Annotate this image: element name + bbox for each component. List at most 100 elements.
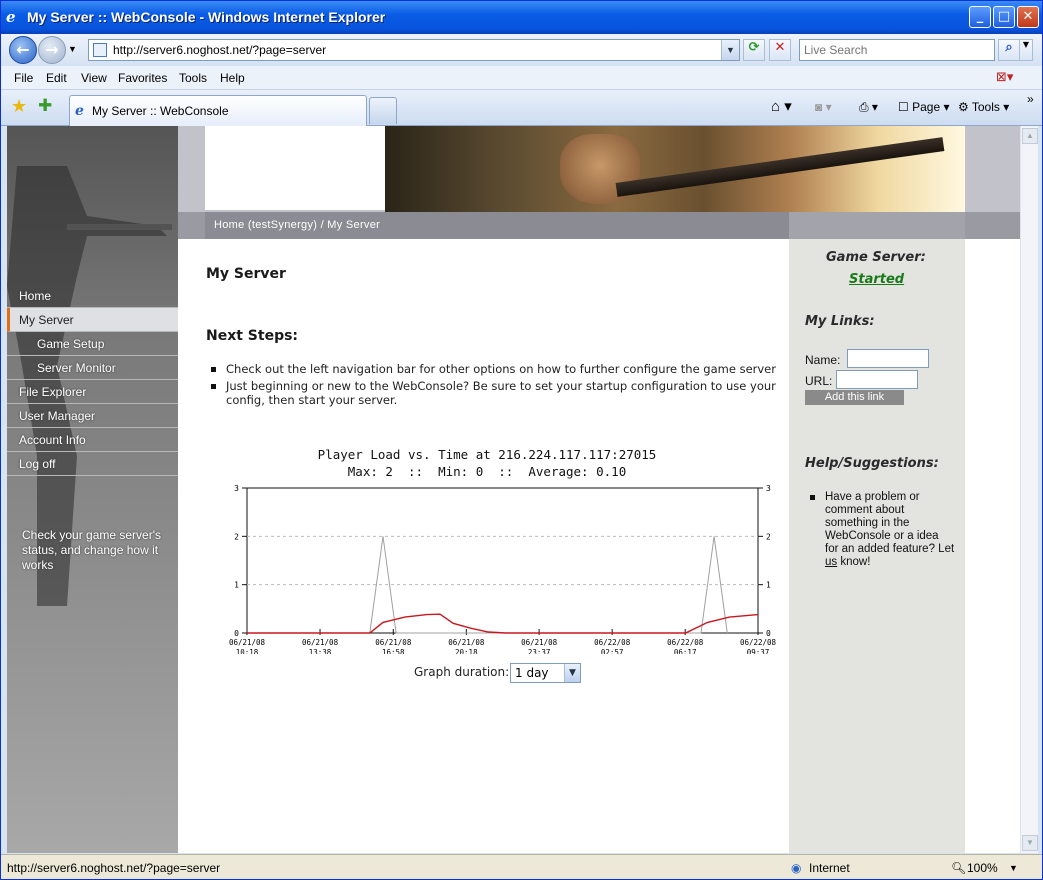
scroll-up-icon[interactable]: ▲ bbox=[1022, 128, 1038, 144]
nav-tagline: Check your game server's status, and cha… bbox=[22, 528, 162, 572]
add-link-button[interactable]: Add this link bbox=[805, 390, 904, 405]
tab-label: My Server :: WebConsole bbox=[92, 104, 229, 118]
favorites-star-icon[interactable]: ★ bbox=[11, 96, 27, 117]
help-heading: Help/Suggestions: bbox=[805, 456, 939, 471]
left-column: Home My Server Game Setup Server Monitor… bbox=[7, 126, 178, 853]
close-button[interactable]: ✕ bbox=[1017, 6, 1039, 28]
menu-help[interactable]: Help bbox=[220, 71, 245, 85]
y-tick-label: 1 bbox=[234, 581, 239, 590]
breadcrumb[interactable]: Home (testSynergy) / My Server bbox=[205, 212, 789, 239]
x-tick-time-label: 13:38 bbox=[309, 648, 332, 654]
print-icon[interactable]: ⎙ ▾ bbox=[859, 100, 878, 115]
zoom-level[interactable]: 100% bbox=[967, 861, 998, 875]
x-tick-date-label: 06/21/08 bbox=[448, 638, 485, 647]
zoom-dropdown-icon[interactable]: ▼ bbox=[1009, 863, 1018, 873]
tab-my-server[interactable]: e My Server :: WebConsole bbox=[69, 95, 367, 126]
pdf-icon[interactable]: ⊠▾ bbox=[996, 69, 1013, 85]
nav-server-monitor[interactable]: Server Monitor bbox=[7, 356, 178, 380]
name-label: Name: bbox=[805, 353, 841, 367]
nav-my-server[interactable]: My Server bbox=[7, 308, 178, 332]
y-tick-label: 0 bbox=[234, 629, 239, 638]
nav-home[interactable]: Home bbox=[7, 284, 178, 308]
stop-button[interactable]: ✕ bbox=[769, 39, 791, 61]
internet-zone-icon: ◉ bbox=[791, 861, 802, 875]
url-input[interactable] bbox=[836, 370, 918, 389]
maximize-button[interactable]: □ bbox=[993, 6, 1015, 28]
y-tick-label: 3 bbox=[234, 484, 239, 493]
home-icon[interactable]: ⌂ ▾ bbox=[771, 97, 792, 115]
soldier-image bbox=[7, 166, 172, 606]
x-tick-date-label: 06/22/08 bbox=[594, 638, 631, 647]
player-load-chart: Player Load vs. Time at 216.224.117.117:… bbox=[229, 447, 777, 654]
feeds-icon[interactable]: ◙ ▾ bbox=[815, 100, 832, 114]
window-title: My Server :: WebConsole - Windows Intern… bbox=[27, 9, 386, 25]
page-viewport: Home My Server Game Setup Server Monitor… bbox=[7, 126, 1020, 853]
new-tab-button[interactable] bbox=[369, 97, 397, 124]
menu-view[interactable]: View bbox=[81, 71, 107, 85]
address-text: http://server6.noghost.net/?page=server bbox=[113, 43, 327, 57]
x-tick-date-label: 06/21/08 bbox=[375, 638, 412, 647]
chart-subtitle: Max: 2 :: Min: 0 :: Average: 0.10 bbox=[348, 464, 626, 479]
y-tick-label: 2 bbox=[234, 532, 239, 541]
next-steps-list: Check out the left navigation bar for ot… bbox=[206, 362, 776, 410]
title-bar[interactable]: e My Server :: WebConsole - Windows Inte… bbox=[1, 1, 1042, 34]
x-tick-time-label: 10:18 bbox=[236, 648, 259, 654]
x-tick-time-label: 02:57 bbox=[601, 648, 624, 654]
browser-window: e My Server :: WebConsole - Windows Inte… bbox=[0, 0, 1043, 880]
minimize-button[interactable]: _ bbox=[969, 6, 991, 28]
x-tick-date-label: 06/21/08 bbox=[229, 638, 266, 647]
back-button[interactable]: ← bbox=[9, 36, 37, 64]
help-list: Have a problem or comment about somethin… bbox=[805, 491, 955, 569]
menu-favorites[interactable]: Favorites bbox=[118, 71, 167, 85]
menu-edit[interactable]: Edit bbox=[46, 71, 67, 85]
page-menu[interactable]: ☐ Page ▾ bbox=[898, 100, 949, 114]
navigation-bar: ← → ▼ http://server6.noghost.net/?page=s… bbox=[1, 34, 1042, 66]
left-nav: Home My Server Game Setup Server Monitor… bbox=[7, 284, 178, 476]
help-text-end: know! bbox=[840, 556, 871, 568]
search-input[interactable] bbox=[799, 39, 995, 61]
list-item: Check out the left navigation bar for ot… bbox=[206, 362, 776, 376]
name-input[interactable] bbox=[847, 349, 929, 368]
chart-plot-area: 0 01 12 23 306/21/0810:1806/21/0813:3806/21/… bbox=[229, 484, 777, 654]
tools-menu[interactable]: ⚙ Tools ▾ bbox=[958, 100, 1009, 114]
right-sidebar-header bbox=[789, 212, 965, 239]
add-favorite-icon[interactable]: ✚ bbox=[38, 96, 52, 116]
recent-pages-dropdown-icon[interactable]: ▼ bbox=[68, 44, 77, 54]
forward-button[interactable]: → bbox=[38, 36, 66, 64]
scroll-down-icon[interactable]: ▼ bbox=[1022, 835, 1038, 851]
menu-file[interactable]: File bbox=[14, 71, 33, 85]
nav-file-explorer[interactable]: File Explorer bbox=[7, 380, 178, 404]
chart-title: Player Load vs. Time at 216.224.117.117:… bbox=[318, 447, 657, 462]
tools-menu-label: Tools bbox=[971, 100, 1000, 114]
rifle-image bbox=[615, 137, 945, 197]
tab-ie-icon: e bbox=[75, 103, 84, 119]
vertical-scrollbar[interactable]: ▲ ▼ bbox=[1020, 126, 1038, 853]
nav-game-setup[interactable]: Game Setup bbox=[7, 332, 178, 356]
y-tick-label-right: 1 bbox=[766, 581, 771, 590]
next-steps-heading: Next Steps: bbox=[206, 328, 299, 344]
nav-user-manager[interactable]: User Manager bbox=[7, 404, 178, 428]
refresh-button[interactable]: ⟳ bbox=[743, 39, 765, 61]
x-tick-time-label: 09:37 bbox=[747, 648, 770, 654]
tab-bar: ★ ✚ e My Server :: WebConsole ⌂ ▾ ◙ ▾ ⎙ … bbox=[1, 90, 1042, 126]
my-links-heading: My Links: bbox=[805, 314, 875, 329]
list-item: Just beginning or new to the WebConsole?… bbox=[206, 379, 776, 407]
address-dropdown-icon[interactable]: ▼ bbox=[721, 40, 739, 60]
address-bar[interactable]: http://server6.noghost.net/?page=server … bbox=[88, 39, 740, 61]
select-dropdown-icon[interactable]: ▼ bbox=[564, 664, 580, 682]
help-us-link[interactable]: us bbox=[825, 556, 837, 568]
graph-duration-select[interactable]: 1 day ▼ bbox=[510, 663, 581, 683]
header-whitespace bbox=[205, 126, 385, 210]
menu-tools[interactable]: Tools bbox=[179, 71, 207, 85]
game-server-status-link[interactable]: Started bbox=[849, 272, 904, 287]
chart-frame bbox=[246, 487, 759, 634]
y-tick-label-right: 3 bbox=[766, 484, 771, 493]
page-title: My Server bbox=[206, 266, 286, 282]
y-tick-label-right: 2 bbox=[766, 532, 771, 541]
nav-log-off[interactable]: Log off bbox=[7, 452, 178, 476]
nav-account-info[interactable]: Account Info bbox=[7, 428, 178, 452]
chevron-more-icon[interactable]: » bbox=[1027, 92, 1034, 106]
graph-duration-value: 1 day bbox=[515, 666, 549, 680]
search-options-icon[interactable]: ▼ bbox=[1019, 39, 1033, 61]
search-button[interactable]: ⌕ bbox=[998, 39, 1020, 61]
